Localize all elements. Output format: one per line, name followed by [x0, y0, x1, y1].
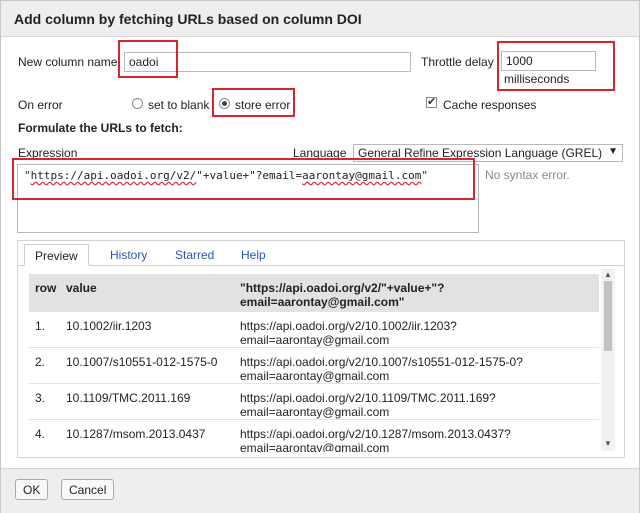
on-error-label: On error — [18, 98, 63, 112]
row-value: 10.1109/TMC.2011.169 — [66, 391, 191, 405]
cancel-button[interactable]: Cancel — [61, 479, 115, 500]
row-result-line1: https://api.oadoi.org/v2/10.1007/s10551-… — [240, 355, 523, 369]
scrollbar-thumb[interactable] — [604, 281, 612, 351]
row-result-line2: email=aarontay@gmail.com — [240, 441, 390, 452]
dropdown-arrow-icon: ▼ — [608, 146, 618, 157]
set-to-blank-label: set to blank — [148, 98, 210, 112]
throttle-label: Throttle delay — [421, 55, 494, 69]
preview-table: row value "https://api.oadoi.org/v2/"+va… — [29, 274, 599, 452]
table-header: row value "https://api.oadoi.org/v2/"+va… — [29, 274, 599, 312]
table-row: 4. 10.1287/msom.2013.0437 https://api.oa… — [29, 420, 599, 452]
cache-responses-checkbox[interactable]: ✔ — [426, 97, 437, 108]
scroll-down-icon[interactable]: ▼ — [604, 439, 612, 448]
row-number: 1. — [35, 319, 46, 333]
highlight-box-throttle — [497, 41, 615, 91]
row-number: 4. — [35, 427, 46, 441]
row-result-line1: https://api.oadoi.org/v2/10.1287/msom.20… — [240, 427, 511, 441]
dialog-title: Add column by fetching URLs based on col… — [14, 11, 362, 27]
tab-preview[interactable]: Preview — [24, 244, 89, 266]
tab-help[interactable]: Help — [231, 244, 276, 266]
formulate-heading: Formulate the URLs to fetch: — [18, 121, 183, 135]
add-column-dialog: Add column by fetching URLs based on col… — [0, 0, 640, 513]
checkmark-icon: ✔ — [427, 96, 437, 108]
cache-responses-label: Cache responses — [443, 98, 537, 112]
ok-button[interactable]: OK — [15, 479, 49, 500]
tab-starred[interactable]: Starred — [165, 244, 224, 266]
table-row: 2. 10.1007/s10551-012-1575-0 https://api… — [29, 348, 599, 384]
table-row: 1. 10.1002/iir.1203 https://api.oadoi.or… — [29, 312, 599, 348]
highlight-box-expression — [12, 158, 475, 200]
syntax-status: No syntax error. — [485, 168, 570, 182]
row-number: 3. — [35, 391, 46, 405]
scroll-up-icon[interactable]: ▲ — [604, 270, 612, 279]
row-value: 10.1007/s10551-012-1575-0 — [66, 355, 218, 369]
header-value: value — [66, 281, 97, 295]
highlight-box-column-name — [118, 40, 178, 78]
header-row: row — [35, 281, 57, 295]
highlight-box-store-error — [212, 88, 295, 117]
tab-history[interactable]: History — [100, 244, 157, 266]
row-result-line1: https://api.oadoi.org/v2/10.1002/iir.120… — [240, 319, 457, 333]
row-value: 10.1002/iir.1203 — [66, 319, 152, 333]
row-result-line1: https://api.oadoi.org/v2/10.1109/TMC.201… — [240, 391, 496, 405]
row-number: 2. — [35, 355, 46, 369]
header-expression-line1: "https://api.oadoi.org/v2/"+value+"? — [240, 281, 445, 295]
row-value: 10.1287/msom.2013.0437 — [66, 427, 206, 441]
new-column-label: New column name — [18, 55, 118, 69]
table-row: 3. 10.1109/TMC.2011.169 https://api.oado… — [29, 384, 599, 420]
row-result-line2: email=aarontay@gmail.com — [240, 405, 390, 419]
row-result-line2: email=aarontay@gmail.com — [240, 333, 390, 347]
dialog-titlebar[interactable]: Add column by fetching URLs based on col… — [1, 1, 639, 37]
set-to-blank-radio[interactable] — [132, 98, 143, 109]
row-result-line2: email=aarontay@gmail.com — [240, 369, 390, 383]
header-expression-line2: email=aarontay@gmail.com" — [240, 295, 405, 309]
table-scrollbar[interactable]: ▲ ▼ — [601, 269, 615, 451]
